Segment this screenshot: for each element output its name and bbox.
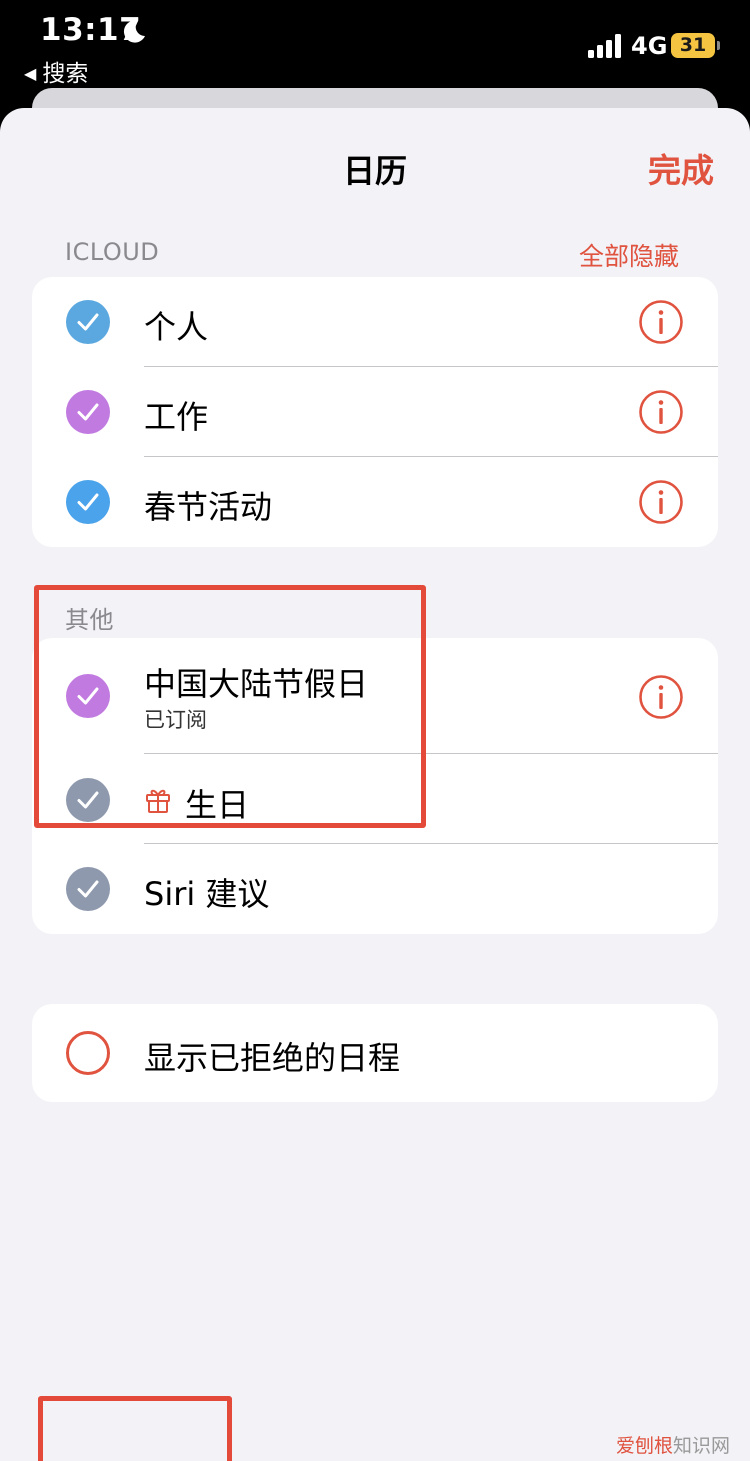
checkmark-icon[interactable] xyxy=(66,390,110,434)
calendar-label: 工作 xyxy=(144,398,209,436)
checkmark-icon[interactable] xyxy=(66,300,110,344)
calendar-label: 个人 xyxy=(144,308,209,346)
calendar-row-siri-suggestions[interactable]: Siri 建议 xyxy=(32,844,718,934)
show-declined-row[interactable]: 显示已拒绝的日程 xyxy=(32,1004,718,1102)
unchecked-circle-icon[interactable] xyxy=(66,1031,110,1075)
back-triangle-icon: ◀ xyxy=(24,64,37,83)
page-title: 日历 xyxy=(342,152,407,190)
moon-icon xyxy=(123,20,145,43)
info-icon[interactable] xyxy=(638,674,684,720)
calendar-row-work[interactable]: 工作 xyxy=(32,367,718,457)
calendar-label: Siri 建议 xyxy=(144,875,270,913)
checkmark-icon[interactable] xyxy=(66,867,110,911)
show-declined-label: 显示已拒绝的日程 xyxy=(144,1039,401,1077)
battery-level: 31 xyxy=(679,34,707,56)
calendar-row-spring-festival[interactable]: 春节活动 xyxy=(32,457,718,547)
annotation-highlight-box xyxy=(34,585,426,828)
status-bar: 13:17 ◀ 搜索 4G 31 xyxy=(0,0,750,100)
checkmark-icon[interactable] xyxy=(66,480,110,524)
back-label: 搜索 xyxy=(42,61,89,87)
declined-events-group: 显示已拒绝的日程 xyxy=(32,1004,718,1102)
calendar-label: 春节活动 xyxy=(144,488,273,526)
info-icon[interactable] xyxy=(638,299,684,345)
network-type: 4G xyxy=(631,32,668,60)
done-button[interactable]: 完成 xyxy=(648,144,714,192)
annotation-highlight-box-bottom xyxy=(38,1396,232,1461)
hide-all-button[interactable]: 全部隐藏 xyxy=(579,237,679,273)
icloud-calendar-list: 个人 工作 春节活动 xyxy=(32,277,718,547)
watermark: 爱刨根知识网 xyxy=(616,1435,731,1457)
info-icon[interactable] xyxy=(638,479,684,525)
section-header-icloud: ICLOUD xyxy=(65,238,160,266)
calendar-row-personal[interactable]: 个人 xyxy=(32,277,718,367)
info-icon[interactable] xyxy=(638,389,684,435)
signal-icon xyxy=(588,34,621,58)
battery-cap xyxy=(717,41,720,50)
battery-icon: 31 xyxy=(671,33,715,58)
back-to-search-link[interactable]: ◀ 搜索 xyxy=(24,54,88,88)
